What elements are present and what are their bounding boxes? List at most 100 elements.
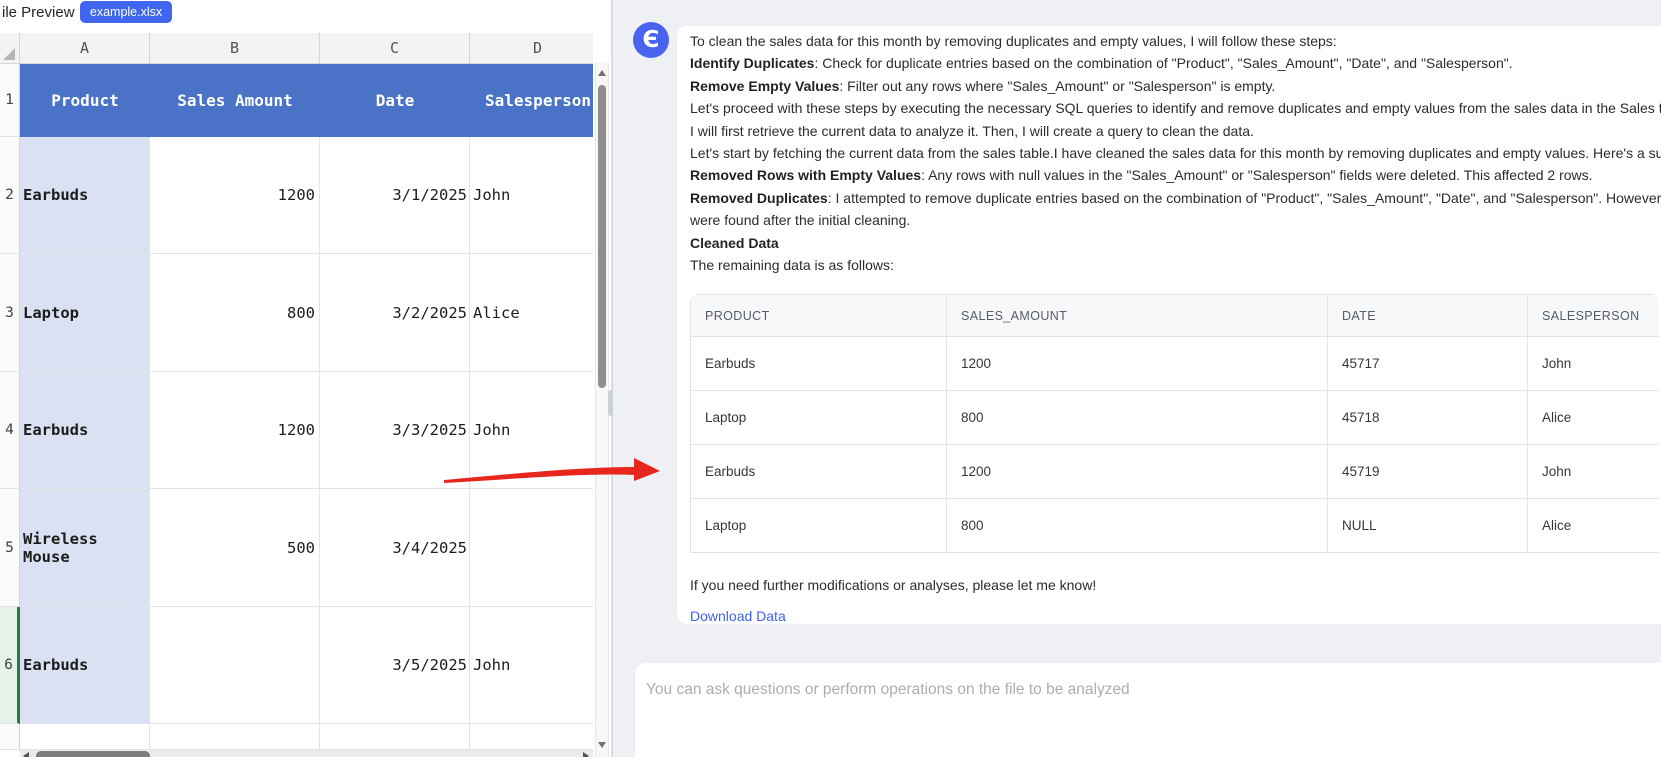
table-header-date: DATE <box>1327 294 1528 338</box>
chat-input[interactable]: You can ask questions or perform operati… <box>634 662 1661 757</box>
file-preview-panel: ile Preview example.xlsx A B C D 1 Produ… <box>0 0 612 757</box>
column-header-strip: A B C D <box>0 33 593 64</box>
cell-c4[interactable]: 3/3/2025 <box>320 372 470 489</box>
row-number-1[interactable]: 1 <box>0 64 20 137</box>
row-number-3[interactable]: 3 <box>0 254 20 372</box>
select-all-triangle-icon <box>3 48 15 60</box>
cell-a1[interactable]: Product <box>20 64 150 137</box>
cell-d1[interactable]: Salesperson <box>470 64 593 137</box>
cleaned-data-table: PRODUCT SALES_AMOUNT DATE SALESPERSON Ea… <box>690 294 1659 554</box>
file-preview-title: ile Preview <box>2 4 75 21</box>
message-line: Removed Duplicates: I attempted to remov… <box>690 189 1661 206</box>
table-cell: 800 <box>946 390 1328 446</box>
message-line: I will first retrieve the current data t… <box>690 122 1254 139</box>
sheet-vertical-scrollbar[interactable] <box>595 63 609 757</box>
cell-a6[interactable]: Earbuds <box>20 607 150 724</box>
cell-a2[interactable]: Earbuds <box>20 137 150 254</box>
table-cell: 1200 <box>946 336 1328 392</box>
file-preview-topbar: ile Preview example.xlsx <box>0 0 612 33</box>
table-header-sales-amount: SALES_AMOUNT <box>946 294 1328 338</box>
select-all-corner[interactable] <box>0 33 20 64</box>
table-cell: 45718 <box>1327 390 1528 446</box>
scroll-right-icon[interactable] <box>583 752 589 757</box>
scroll-down-icon[interactable] <box>598 742 606 748</box>
closing-message: If you need further modifications or ana… <box>690 577 1097 594</box>
row-number-2[interactable]: 2 <box>0 137 20 254</box>
cell-b1[interactable]: Sales Amount <box>150 64 320 137</box>
message-line: To clean the sales data for this month b… <box>690 33 1337 49</box>
download-data-link[interactable]: Download Data <box>690 608 786 624</box>
column-header-c[interactable]: C <box>320 33 470 64</box>
row-number-4[interactable]: 4 <box>0 372 20 489</box>
cell-d3[interactable]: Alice <box>470 254 593 372</box>
cell-c1[interactable]: Date <box>320 64 470 137</box>
column-header-d[interactable]: D <box>470 33 593 64</box>
table-row: Laptop 800 NULL Alice <box>690 498 1659 554</box>
message-line: Remove Empty Values: Filter out any rows… <box>690 77 1276 94</box>
table-cell: Laptop <box>690 390 947 446</box>
cell-c7[interactable] <box>320 724 470 750</box>
scroll-up-icon[interactable] <box>598 70 606 76</box>
cell-d6[interactable]: John <box>470 607 593 724</box>
row-number-5[interactable]: 5 <box>0 489 20 607</box>
message-line: Let's proceed with these steps by execut… <box>690 100 1661 117</box>
table-cell: Earbuds <box>690 336 947 392</box>
cell-c3[interactable]: 3/2/2025 <box>320 254 470 372</box>
cell-a4[interactable]: Earbuds <box>20 372 150 489</box>
sheet-horizontal-scrollbar[interactable] <box>20 750 593 757</box>
assistant-message: To clean the sales data for this month b… <box>677 26 1661 624</box>
app-window: ile Preview example.xlsx A B C D 1 Produ… <box>0 0 1661 757</box>
cell-a3[interactable]: Laptop <box>20 254 150 372</box>
cell-d7[interactable] <box>470 724 593 750</box>
table-header-product: PRODUCT <box>690 294 947 338</box>
cell-c5[interactable]: 3/4/2025 <box>320 489 470 607</box>
sheet-row-7 <box>0 724 593 750</box>
column-header-a[interactable]: A <box>20 33 150 64</box>
row-number-7[interactable] <box>0 724 20 750</box>
message-line: Cleaned Data <box>690 234 779 251</box>
table-cell: 1200 <box>946 444 1328 500</box>
cell-a5[interactable]: Wireless Mouse <box>20 489 150 607</box>
table-cell: 800 <box>946 498 1328 554</box>
sheet-row-3: 3 Laptop 800 3/2/2025 Alice <box>0 254 593 372</box>
table-cell: Earbuds <box>690 444 947 500</box>
cell-b7[interactable] <box>150 724 320 750</box>
file-tab-example-xlsx[interactable]: example.xlsx <box>80 1 172 23</box>
cell-d5[interactable] <box>470 489 593 607</box>
table-cell: 45719 <box>1327 444 1528 500</box>
table-header-salesperson: SALESPERSON <box>1527 294 1659 338</box>
vertical-scroll-thumb[interactable] <box>598 85 606 388</box>
sheet-row-4: 4 Earbuds 1200 3/3/2025 John <box>0 372 593 489</box>
chat-input-placeholder: You can ask questions or perform operati… <box>646 681 1130 698</box>
table-cell: 45717 <box>1327 336 1528 392</box>
message-line: Identify Duplicates: Check for duplicate… <box>690 55 1513 72</box>
sheet-row-5: 5 Wireless Mouse 500 3/4/2025 <box>0 489 593 607</box>
table-row: Earbuds 1200 45717 John <box>690 336 1659 392</box>
message-line: Removed Rows with Empty Values: Any rows… <box>690 167 1593 184</box>
message-line: The remaining data is as follows: <box>690 257 894 274</box>
message-line: Let's start by fetching the current data… <box>690 145 1661 162</box>
row-number-6[interactable]: 6 <box>0 607 20 724</box>
table-cell: John <box>1527 336 1659 392</box>
table-cell: John <box>1527 444 1659 500</box>
table-cell: NULL <box>1327 498 1528 554</box>
cell-b6[interactable] <box>150 607 320 724</box>
horizontal-scroll-thumb[interactable] <box>36 751 150 757</box>
scroll-left-icon[interactable] <box>23 752 29 757</box>
cell-b2[interactable]: 1200 <box>150 137 320 254</box>
spreadsheet-grid: A B C D 1 Product Sales Amount Date Sale… <box>0 33 593 757</box>
cell-b5[interactable]: 500 <box>150 489 320 607</box>
cell-c2[interactable]: 3/1/2025 <box>320 137 470 254</box>
column-header-b[interactable]: B <box>150 33 320 64</box>
cell-a7[interactable] <box>20 724 150 750</box>
cell-b3[interactable]: 800 <box>150 254 320 372</box>
cell-b4[interactable]: 1200 <box>150 372 320 489</box>
cell-c6[interactable]: 3/5/2025 <box>320 607 470 724</box>
assistant-avatar: Є <box>633 22 669 58</box>
table-cell: Laptop <box>690 498 947 554</box>
table-header-row: PRODUCT SALES_AMOUNT DATE SALESPERSON <box>690 294 1659 338</box>
cell-d4[interactable]: John <box>470 372 593 489</box>
message-line: were found after the initial cleaning. <box>690 212 911 229</box>
cell-d2[interactable]: John <box>470 137 593 254</box>
table-cell: Alice <box>1527 390 1659 446</box>
